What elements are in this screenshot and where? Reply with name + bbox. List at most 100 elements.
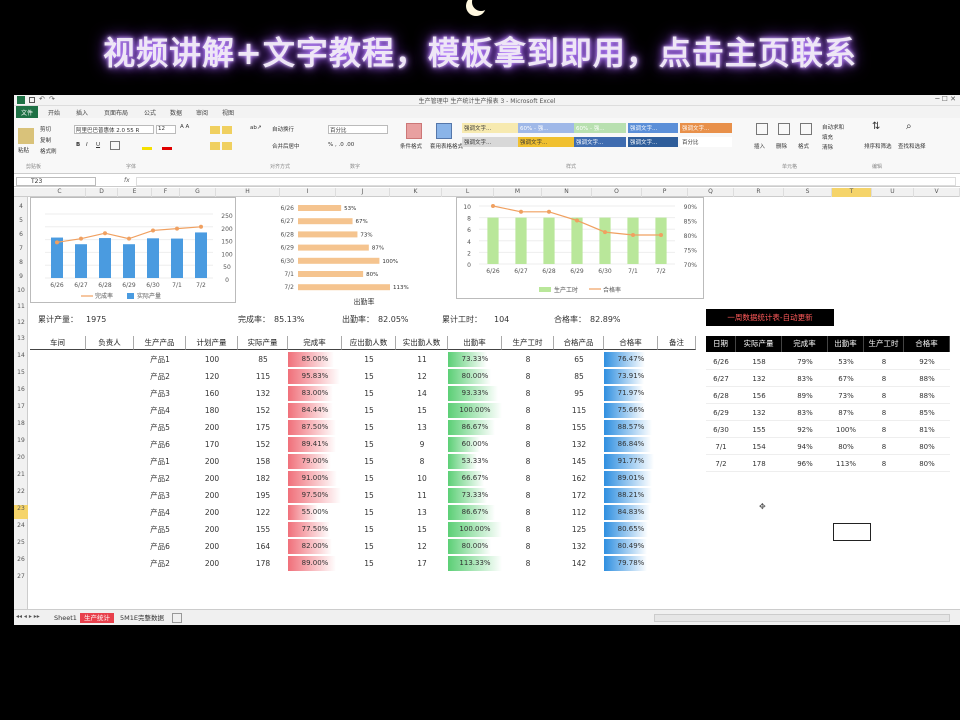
column-header[interactable]: G (180, 188, 216, 197)
chart-attendance[interactable]: 6/26 53% 6/27 67% 6/28 73% 6/29 87% 6/30 100% 7/1 8… (272, 197, 444, 309)
table-cell[interactable]: 产品2 (134, 471, 186, 487)
row-header[interactable]: 14 (14, 352, 28, 366)
table-cell[interactable]: 115 (238, 369, 288, 385)
table-cell[interactable]: 120 (186, 369, 238, 385)
table-cell[interactable]: 155 (238, 522, 288, 538)
table-cell[interactable]: 8 (502, 471, 554, 487)
table-format-button[interactable]: 套用表格格式 (430, 142, 463, 150)
pct-cell[interactable]: 86.84% (604, 437, 658, 452)
right-table-cell[interactable]: 6/28 (706, 388, 736, 404)
table-cell[interactable]: 100 (186, 352, 238, 368)
table-cell[interactable]: 15 (342, 471, 396, 487)
sheet-nav-icon[interactable]: ◂◂ ◂ ▸ ▸▸ (16, 613, 40, 620)
autosum-button[interactable]: 自动求和 (822, 123, 844, 131)
table-cell[interactable]: 产品2 (134, 369, 186, 385)
table-cell[interactable]: 15 (396, 403, 448, 419)
table-cell[interactable]: 产品4 (134, 505, 186, 521)
table-cell[interactable]: 85 (238, 352, 288, 368)
grow-font-icon[interactable]: A A (180, 124, 189, 130)
right-table-cell[interactable]: 132 (736, 371, 782, 387)
tab-insert[interactable]: 插入 (72, 107, 92, 117)
style-cell-4[interactable]: 强调文字... (628, 123, 678, 133)
pct-cell[interactable]: 83.00% (288, 386, 342, 401)
tab-formulas[interactable]: 公式 (140, 107, 160, 117)
style-cell-9[interactable]: 强调文字... (628, 137, 678, 147)
table-cell[interactable] (658, 471, 696, 487)
column-header[interactable]: T (832, 188, 872, 197)
tab-view[interactable]: 视图 (218, 107, 238, 117)
column-header[interactable]: R (734, 188, 784, 197)
table-cell[interactable]: 8 (502, 437, 554, 453)
right-table-cell[interactable]: 6/29 (706, 405, 736, 421)
table-cell[interactable]: 8 (502, 454, 554, 470)
row-header[interactable]: 19 (14, 437, 28, 451)
conditional-format-button[interactable]: 条件格式 (400, 142, 422, 150)
pct-cell[interactable]: 80.00% (448, 539, 502, 554)
column-header[interactable]: Q (688, 188, 734, 197)
table-cell[interactable]: 产品6 (134, 539, 186, 555)
tab-review[interactable]: 审阅 (192, 107, 212, 117)
table-cell[interactable]: 11 (396, 488, 448, 504)
row-header[interactable]: 12 (14, 319, 28, 333)
insert-button[interactable]: 插入 (754, 142, 765, 150)
pct-cell[interactable]: 84.83% (604, 505, 658, 520)
row-header[interactable]: 9 (14, 273, 28, 287)
table-cell[interactable]: 95 (554, 386, 604, 402)
selected-cell[interactable] (833, 523, 871, 541)
table-cell[interactable]: 9 (396, 437, 448, 453)
find-select-button[interactable]: 查找和选择 (898, 142, 926, 150)
table-cell[interactable]: 产品4 (134, 403, 186, 419)
table-cell[interactable] (658, 539, 696, 555)
table-cell[interactable]: 产品5 (134, 522, 186, 538)
chart-output-rate[interactable]: 6/26 6/27 6/28 6/29 6/30 7/1 7/2 250 200 150 100 50… (30, 197, 236, 303)
pct-cell[interactable]: 60.00% (448, 437, 502, 452)
table-cell[interactable]: 132 (554, 437, 604, 453)
font-color-icon[interactable] (162, 147, 172, 150)
table-cell[interactable]: 152 (238, 437, 288, 453)
right-table-cell[interactable]: 92% (904, 354, 950, 370)
style-cell-6[interactable]: 强调文字... (462, 137, 520, 147)
right-table-cell[interactable]: 8 (864, 422, 904, 438)
table-cell[interactable] (658, 454, 696, 470)
row-header[interactable]: 24 (14, 522, 28, 536)
align-top-icon[interactable] (210, 126, 220, 134)
right-table-cell[interactable]: 89% (782, 388, 828, 404)
table-cell[interactable] (658, 522, 696, 538)
sheet-tab-3[interactable]: 5M1E完整数据 (116, 613, 168, 623)
row-header[interactable]: 25 (14, 539, 28, 553)
table-cell[interactable]: 15 (342, 403, 396, 419)
table-cell[interactable]: 145 (554, 454, 604, 470)
column-header[interactable]: E (118, 188, 152, 197)
fill-button[interactable]: 填充 (822, 133, 833, 141)
right-table-cell[interactable]: 8 (864, 439, 904, 455)
fill-color-icon[interactable] (142, 147, 152, 150)
right-table-cell[interactable]: 92% (782, 422, 828, 438)
table-cell[interactable] (658, 505, 696, 521)
delete-button[interactable]: 删除 (776, 142, 787, 150)
column-header[interactable]: L (442, 188, 494, 197)
new-sheet-icon[interactable] (172, 613, 182, 623)
table-cell[interactable]: 15 (342, 505, 396, 521)
column-header[interactable]: H (216, 188, 280, 197)
pct-cell[interactable]: 73.33% (448, 488, 502, 503)
conditional-format-icon[interactable] (406, 123, 422, 139)
pct-cell[interactable]: 80.00% (448, 369, 502, 384)
row-header[interactable]: 6 (14, 231, 28, 245)
bold-button[interactable]: B (76, 142, 80, 148)
percent-style-icon[interactable]: % , .0 .00 (328, 142, 354, 148)
table-cell[interactable]: 8 (502, 386, 554, 402)
column-header[interactable]: D (86, 188, 118, 197)
table-cell[interactable]: 产品1 (134, 454, 186, 470)
table-cell[interactable]: 158 (238, 454, 288, 470)
row-header[interactable]: 11 (14, 303, 28, 317)
pct-cell[interactable]: 71.97% (604, 386, 658, 401)
style-cell-7[interactable]: 强调文字... (518, 137, 574, 147)
table-cell[interactable]: 15 (342, 539, 396, 555)
right-table-cell[interactable]: 73% (828, 388, 864, 404)
fx-icon[interactable]: fx (124, 177, 130, 184)
pct-cell[interactable]: 55.00% (288, 505, 342, 520)
table-cell[interactable]: 8 (502, 505, 554, 521)
table-cell[interactable] (658, 420, 696, 436)
table-cell[interactable]: 10 (396, 471, 448, 487)
row-header[interactable]: 16 (14, 386, 28, 400)
